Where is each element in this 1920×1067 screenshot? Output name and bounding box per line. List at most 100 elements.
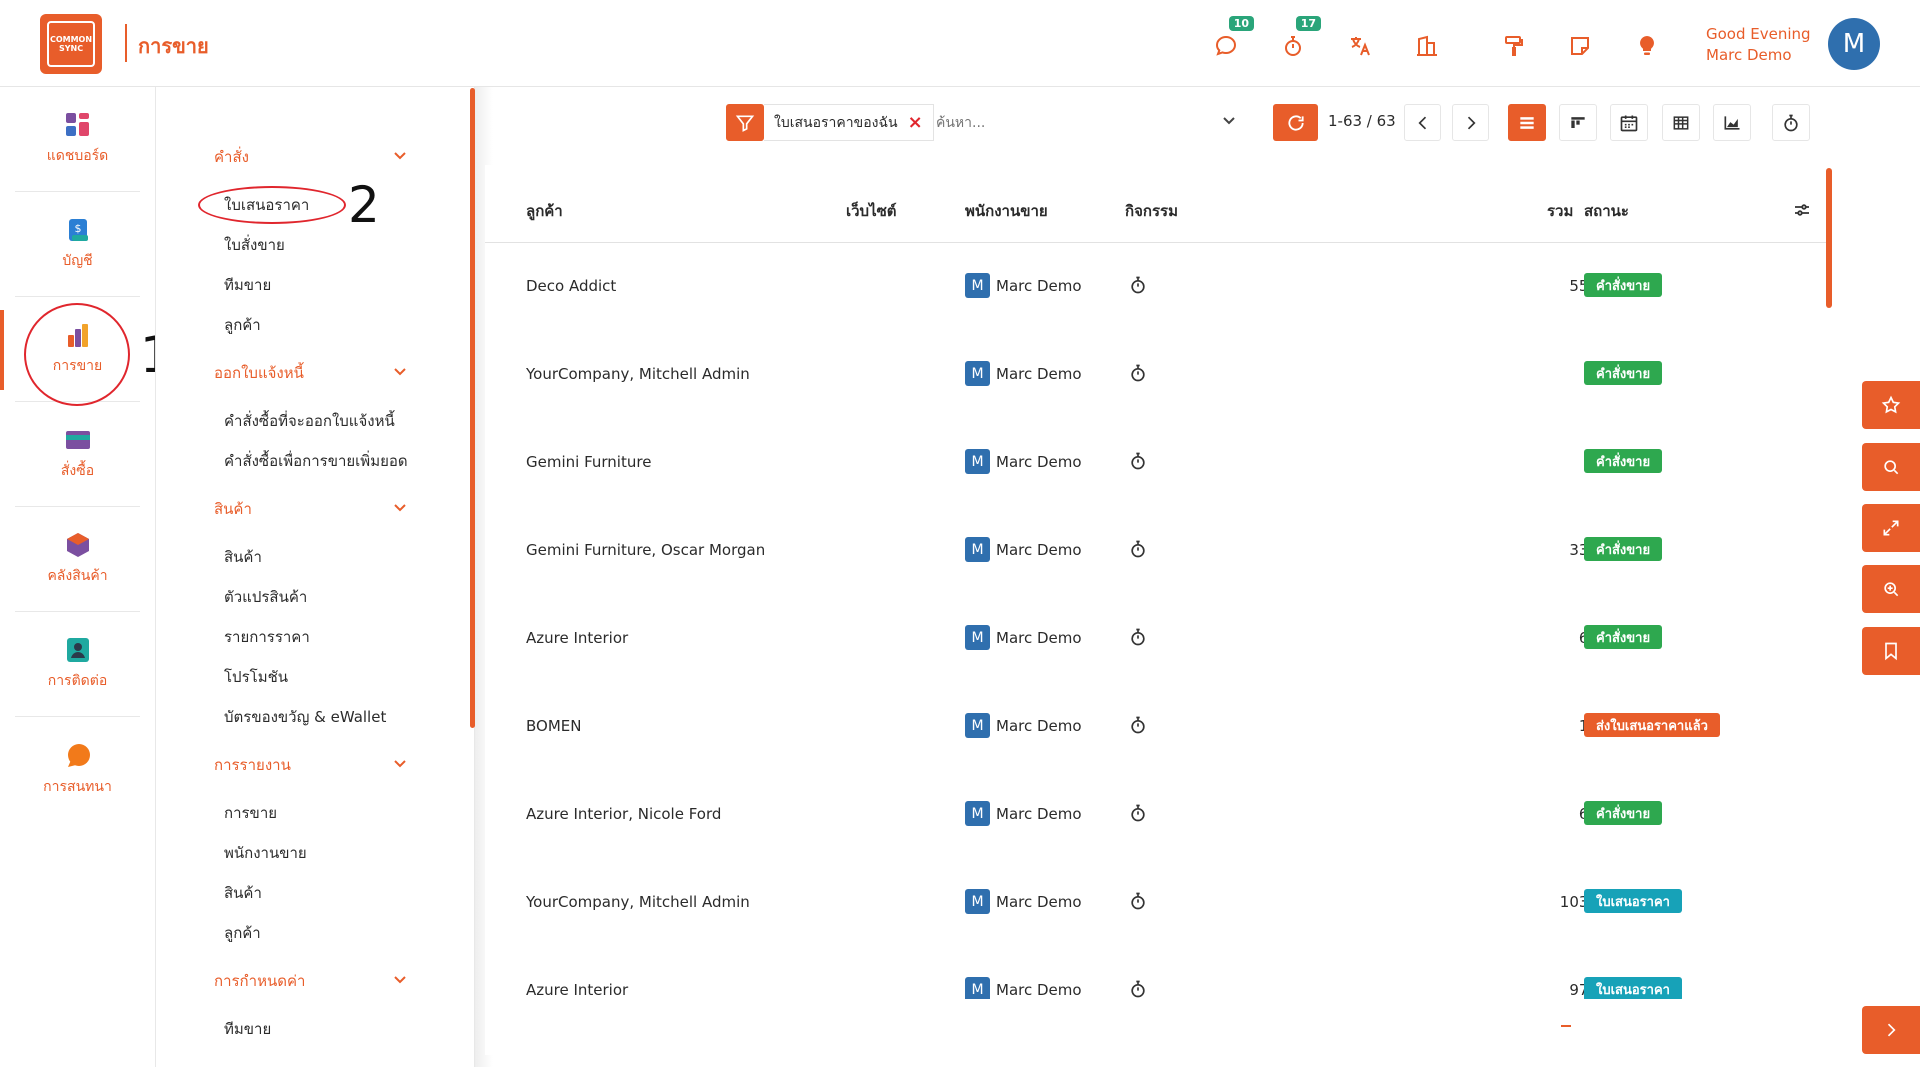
app-logo[interactable]: COMMON SYNC	[40, 14, 102, 74]
nav-item-discuss[interactable]: การสนทนา	[15, 717, 140, 822]
salesperson-avatar: M	[965, 537, 990, 562]
chat-button[interactable]: 10	[1212, 16, 1254, 60]
company-button[interactable]	[1413, 32, 1441, 60]
view-activity-button[interactable]	[1772, 104, 1810, 141]
submenu-item-report-customers[interactable]: ลูกค้า	[224, 921, 261, 945]
expand-panel-button[interactable]	[1862, 1006, 1920, 1054]
table-row[interactable]: Azure Interior, Nicole Ford M Marc Demo …	[485, 771, 1830, 859]
activity-button[interactable]: 17	[1279, 16, 1321, 60]
submenu-item-sales-teams[interactable]: ทีมขาย	[224, 273, 271, 297]
submenu-section-reporting[interactable]: การรายงาน	[214, 753, 291, 777]
stopwatch-icon[interactable]	[1128, 627, 1148, 647]
column-header-customer[interactable]: ลูกค้า	[526, 199, 563, 223]
table-row[interactable]: Gemini Furniture, Oscar Morgan M Marc De…	[485, 507, 1830, 595]
stopwatch-icon[interactable]	[1128, 275, 1148, 295]
submenu-section-invoicing[interactable]: ออกใบแจ้งหนี้	[214, 361, 304, 385]
column-header-activity[interactable]: กิจกรรม	[1125, 199, 1178, 223]
cell-salesperson: Marc Demo	[996, 453, 1082, 471]
table-row[interactable]: Azure Interior M Marc Demo 6,183.53 ฿ คำ…	[485, 595, 1830, 683]
column-settings-icon[interactable]	[1793, 201, 1811, 219]
salesperson-avatar: M	[965, 273, 990, 298]
refresh-button[interactable]	[1273, 104, 1318, 141]
submenu-item-promotions[interactable]: โปรโมชัน	[224, 665, 288, 689]
stopwatch-icon[interactable]	[1128, 363, 1148, 383]
nav-item-contacts[interactable]: การติดต่อ	[15, 612, 140, 717]
submenu-item-customers[interactable]: ลูกค้า	[224, 313, 261, 337]
submenu-item-sales-orders[interactable]: ใบสั่งขาย	[224, 233, 285, 257]
view-kanban-button[interactable]	[1559, 104, 1597, 141]
submenu-item-orders-upsell[interactable]: คำสั่งซื้อเพื่อการขายเพิ่มยอด	[224, 449, 408, 473]
submenu-item-orders-to-invoice[interactable]: คำสั่งซื้อที่จะออกใบแจ้งหนี้	[224, 409, 395, 433]
cell-salesperson: Marc Demo	[996, 893, 1082, 911]
tips-button[interactable]	[1633, 32, 1661, 60]
chevron-down-icon[interactable]	[393, 501, 407, 515]
nav-item-dashboard[interactable]: แดชบอร์ด	[15, 87, 140, 192]
table-row[interactable]: YourCompany, Mitchell Admin M Marc Demo …	[485, 331, 1830, 419]
chevron-down-icon[interactable]	[393, 973, 407, 987]
zoom-button[interactable]	[1862, 565, 1920, 613]
filter-button[interactable]	[726, 104, 764, 141]
list-icon	[1520, 116, 1534, 129]
submenu-section-configuration[interactable]: การกำหนดค่า	[214, 969, 305, 993]
view-graph-button[interactable]	[1713, 104, 1751, 141]
nav-label: สั่งซื้อ	[60, 463, 95, 479]
stopwatch-icon[interactable]	[1128, 803, 1148, 823]
pager-value[interactable]: 1-63 / 63	[1328, 112, 1396, 130]
table-grid-icon	[1673, 115, 1689, 130]
stopwatch-icon[interactable]	[1128, 715, 1148, 735]
table-row[interactable]: BOMEN M Marc Demo 1,766.72 ฿ ส่งใบเสนอรา…	[485, 683, 1830, 771]
favorite-button[interactable]	[1862, 381, 1920, 429]
submenu-item-gift-cards[interactable]: บัตรของขวัญ & eWallet	[224, 705, 386, 729]
cell-salesperson: Marc Demo	[996, 365, 1082, 383]
note-button[interactable]	[1566, 32, 1594, 60]
view-pivot-button[interactable]	[1662, 104, 1700, 141]
view-calendar-button[interactable]	[1610, 104, 1648, 141]
nav-item-inventory[interactable]: คลังสินค้า	[15, 507, 140, 612]
search-input[interactable]	[936, 106, 1236, 139]
submenu-item-products[interactable]: สินค้า	[224, 545, 262, 569]
user-avatar[interactable]: M	[1828, 18, 1880, 70]
column-header-status[interactable]: สถานะ	[1584, 199, 1629, 223]
fullscreen-button[interactable]	[1862, 504, 1920, 552]
table-row[interactable]: Deco Addict M Marc Demo 55,210.35 ฿ คำสั…	[485, 243, 1830, 331]
stopwatch-icon[interactable]	[1128, 451, 1148, 471]
submenu-item-variants[interactable]: ตัวแปรสินค้า	[224, 585, 307, 609]
stopwatch-icon[interactable]	[1128, 539, 1148, 559]
dashboard-icon	[65, 113, 89, 136]
pager-next-button[interactable]	[1452, 104, 1489, 141]
bookmark-button[interactable]	[1862, 627, 1920, 675]
stopwatch-icon[interactable]	[1128, 891, 1148, 911]
chevron-down-icon[interactable]	[393, 365, 407, 379]
table-row[interactable]: Gemini Furniture M Marc Demo 384.10 ฿ คำ…	[485, 419, 1830, 507]
column-header-salesperson[interactable]: พนักงานขาย	[965, 199, 1048, 223]
submenu-section-products[interactable]: สินค้า	[214, 497, 252, 521]
cell-salesperson: Marc Demo	[996, 629, 1082, 647]
chevron-down-icon[interactable]	[393, 149, 407, 163]
column-header-total[interactable]: รวม	[1547, 199, 1573, 223]
submenu-item-report-salespeople[interactable]: พนักงานขาย	[224, 841, 307, 865]
brush-button[interactable]	[1500, 32, 1528, 60]
remove-filter-icon[interactable]: ×	[908, 112, 923, 133]
greeting: Good Evening Marc Demo	[1706, 24, 1811, 66]
submenu-item-report-sales[interactable]: การขาย	[224, 801, 277, 825]
submenu-item-config-sales-teams[interactable]: ทีมขาย	[224, 1017, 271, 1041]
table-row[interactable]: YourCompany, Mitchell Admin M Marc Demo …	[485, 859, 1830, 947]
table-scrollbar[interactable]	[1826, 168, 1832, 308]
sales-submenu: คำสั่ง ใบเสนอราคา ใบสั่งขาย ทีมขาย ลูกค้…	[155, 87, 475, 1067]
submenu-item-report-products[interactable]: สินค้า	[224, 881, 262, 905]
paint-roller-icon	[1505, 36, 1523, 56]
salesperson-avatar: M	[965, 625, 990, 650]
language-button[interactable]	[1346, 32, 1374, 60]
quick-search-button[interactable]	[1862, 443, 1920, 491]
table-row[interactable]: Azure Interior M Marc Demo 97,169.75 ฿ ใ…	[485, 947, 1830, 999]
column-header-website[interactable]: เว็บไซต์	[846, 199, 897, 223]
chevron-down-icon[interactable]	[393, 757, 407, 771]
nav-item-accounting[interactable]: $ บัญชี	[15, 192, 140, 297]
nav-item-purchase[interactable]: สั่งซื้อ	[15, 402, 140, 507]
view-list-button[interactable]	[1508, 104, 1546, 141]
submenu-section-orders[interactable]: คำสั่ง	[214, 145, 249, 169]
chevron-down-icon[interactable]	[1222, 114, 1236, 128]
stopwatch-icon[interactable]	[1128, 979, 1148, 999]
submenu-item-pricelists[interactable]: รายการราคา	[224, 625, 310, 649]
pager-previous-button[interactable]	[1404, 104, 1441, 141]
